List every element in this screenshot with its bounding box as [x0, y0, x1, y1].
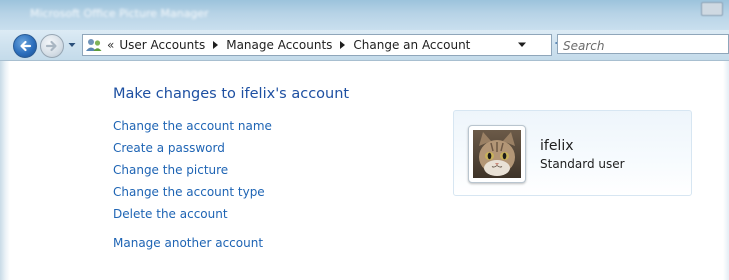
- breadcrumb-separator-icon[interactable]: [213, 41, 219, 49]
- content-area: Make changes to ifelix's account Change …: [0, 61, 729, 280]
- address-history-chevron-down-icon[interactable]: [517, 41, 527, 49]
- back-button[interactable]: [13, 34, 37, 58]
- breadcrumb-manage-accounts[interactable]: Manage Accounts: [226, 38, 332, 52]
- kitten-avatar-icon: [473, 130, 521, 178]
- window-title: Microsoft Office Picture Manager: [30, 7, 209, 20]
- search-box[interactable]: [557, 34, 729, 54]
- user-accounts-icon: [86, 39, 102, 51]
- avatar: [468, 125, 526, 183]
- change-account-name-link[interactable]: Change the account name: [113, 119, 272, 133]
- back-arrow-icon: [20, 40, 32, 52]
- window-left-border: [0, 61, 10, 280]
- forward-button[interactable]: [40, 34, 64, 58]
- title-bar: Microsoft Office Picture Manager: [0, 0, 729, 30]
- forward-arrow-icon: [45, 40, 57, 52]
- recent-pages-chevron-down-icon[interactable]: [67, 40, 77, 50]
- create-password-link[interactable]: Create a password: [113, 141, 225, 155]
- page-title: Make changes to ifelix's account: [113, 86, 350, 102]
- breadcrumb-separator-icon[interactable]: [340, 41, 346, 49]
- close-window-button[interactable]: [701, 2, 723, 16]
- breadcrumb-overflow-chevron[interactable]: «: [107, 38, 114, 52]
- breadcrumb-change-an-account[interactable]: Change an Account: [353, 38, 470, 52]
- breadcrumb-user-accounts[interactable]: User Accounts: [119, 38, 205, 52]
- address-bar[interactable]: « User Accounts Manage Accounts Change a…: [82, 34, 552, 56]
- manage-another-account-link[interactable]: Manage another account: [113, 236, 263, 250]
- change-picture-link[interactable]: Change the picture: [113, 163, 228, 177]
- account-type: Standard user: [540, 157, 625, 171]
- change-account-type-link[interactable]: Change the account type: [113, 185, 265, 199]
- account-name: ifelix: [540, 138, 574, 154]
- account-card: ifelix Standard user: [453, 110, 692, 196]
- delete-account-link[interactable]: Delete the account: [113, 207, 228, 221]
- search-input[interactable]: [563, 38, 723, 54]
- window-right-border: [723, 61, 729, 280]
